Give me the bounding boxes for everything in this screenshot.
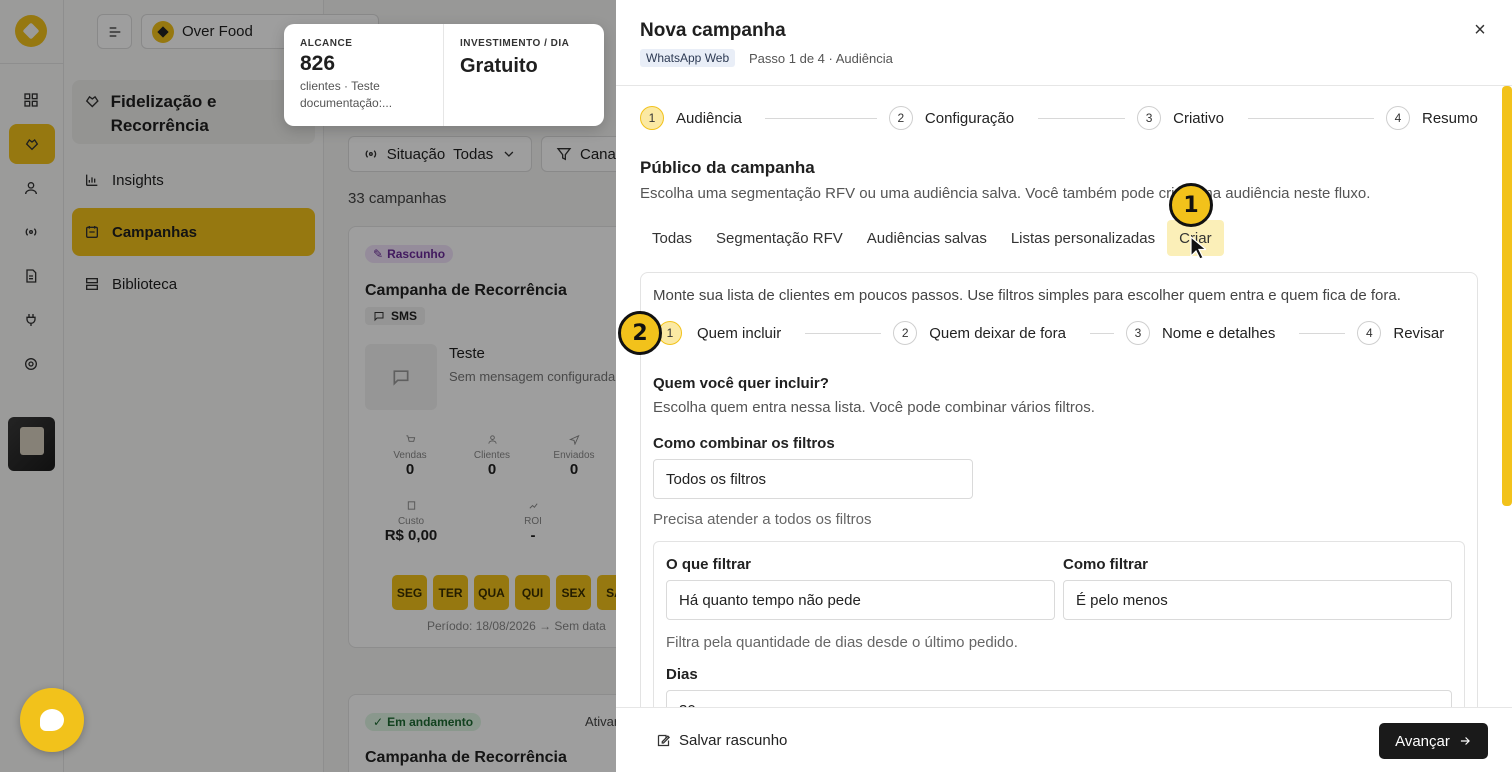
builder-intro: Monte sua lista de clientes em poucos pa… <box>653 287 1401 304</box>
how-select[interactable]: É pelo menos <box>1063 580 1452 620</box>
save-draft-label: Salvar rascunho <box>679 732 788 749</box>
combine-label: Como combinar os filtros <box>653 435 835 452</box>
question-title: Quem você quer incluir? <box>653 375 829 392</box>
investment-value: Gratuito <box>460 55 538 77</box>
combine-hint: Precisa atender a todos os filtros <box>653 511 872 528</box>
question-description: Escolha quem entra nessa lista. Você pod… <box>653 399 1095 416</box>
tab-listas-personalizadas[interactable]: Listas personalizadas <box>999 220 1167 256</box>
step-number[interactable]: 4 <box>1385 106 1410 130</box>
builder-stepper: 1 Quem incluir 2 Quem deixar de fora 3 N… <box>658 321 1466 345</box>
step-label[interactable]: Quem deixar de fora <box>929 325 1066 342</box>
audience-tabs: Todas Segmentação RFV Audiências salvas … <box>640 220 1224 256</box>
reach-subtitle: clientes · Teste documentação:... <box>300 79 393 110</box>
mouse-cursor-icon <box>1190 236 1206 260</box>
drawer-title: Nova campanha <box>640 20 786 41</box>
tab-segmentacao-rfv[interactable]: Segmentação RFV <box>704 220 855 256</box>
step-label[interactable]: Configuração <box>925 110 1014 127</box>
save-draft-button[interactable]: Salvar rascunho <box>656 732 787 749</box>
annotation-marker-2: 2 <box>618 311 662 355</box>
campaign-stepper: 1 Audiência 2 Configuração 3 Criativo 4 … <box>640 106 1478 130</box>
scrollbar[interactable] <box>1502 86 1512 506</box>
edit-icon <box>657 734 671 747</box>
reach-label: ALCANCE <box>300 38 353 49</box>
channel-badge: WhatsApp Web <box>640 49 736 67</box>
step-number[interactable]: 2 <box>893 321 918 345</box>
section-description: Escolha uma segmentação RFV ou uma audiê… <box>640 185 1371 202</box>
tab-todas[interactable]: Todas <box>640 220 704 256</box>
chat-button[interactable] <box>20 688 84 752</box>
step-number[interactable]: 1 <box>640 106 664 130</box>
step-number[interactable]: 3 <box>1137 106 1162 130</box>
chat-bubble-icon <box>40 709 64 731</box>
what-label: O que filtrar <box>666 556 752 573</box>
arrow-right-icon <box>1460 737 1470 745</box>
step-label[interactable]: Quem incluir <box>697 325 781 342</box>
audience-builder-panel: Monte sua lista de clientes em poucos pa… <box>640 272 1478 752</box>
new-campaign-drawer: Nova campanha WhatsApp Web Passo 1 de 4 … <box>616 0 1512 772</box>
filter-hint: Filtra pela quantidade de dias desde o ú… <box>666 634 1018 651</box>
what-select[interactable]: Há quanto tempo não pede <box>666 580 1055 620</box>
step-label[interactable]: Audiência <box>676 110 742 127</box>
step-label[interactable]: Revisar <box>1393 325 1444 342</box>
step-label[interactable]: Nome e detalhes <box>1162 325 1275 342</box>
next-label: Avançar <box>1395 732 1450 750</box>
combine-select[interactable]: Todos os filtros <box>653 459 973 499</box>
reach-value: 826 <box>300 52 336 75</box>
step-label[interactable]: Resumo <box>1422 110 1478 127</box>
reach-popover: ALCANCE 826 clientes · Teste documentaçã… <box>284 24 604 126</box>
drawer-footer: Salvar rascunho Avançar <box>616 707 1512 772</box>
drawer-header: Nova campanha WhatsApp Web Passo 1 de 4 … <box>616 0 1512 86</box>
next-button[interactable]: Avançar <box>1379 723 1488 759</box>
days-label: Dias <box>666 666 698 683</box>
annotation-marker-1: 1 <box>1169 183 1213 227</box>
step-number[interactable]: 2 <box>888 106 913 130</box>
step-number[interactable]: 3 <box>1125 321 1150 345</box>
step-number[interactable]: 4 <box>1357 321 1382 345</box>
section-title: Público da campanha <box>640 158 815 177</box>
step-info: Passo 1 de 4 · Audiência <box>749 51 893 66</box>
step-label[interactable]: Criativo <box>1173 110 1224 127</box>
tab-audiencias-salvas[interactable]: Audiências salvas <box>855 220 999 256</box>
how-label: Como filtrar <box>1063 556 1149 573</box>
close-icon[interactable]: × <box>1470 20 1490 40</box>
investment-label: INVESTIMENTO / DIA <box>460 38 570 49</box>
